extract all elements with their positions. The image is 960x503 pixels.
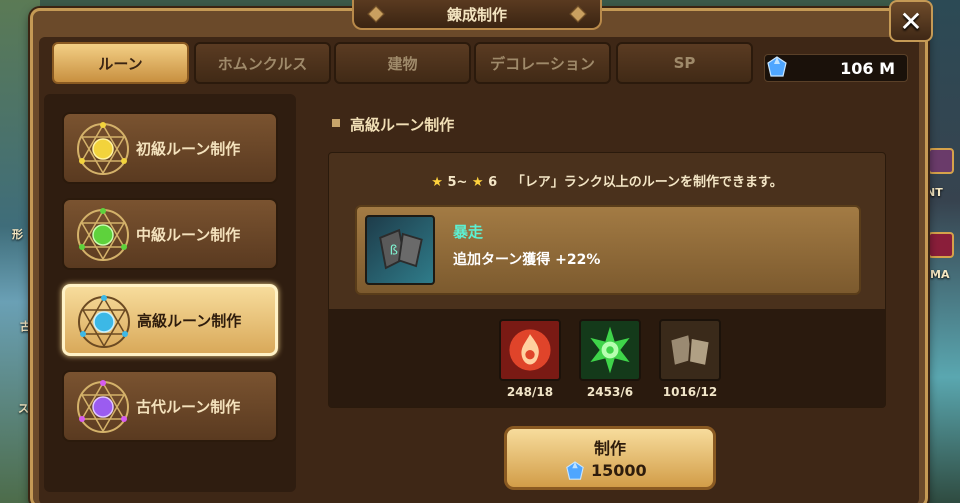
- tab-label: ルーン: [98, 54, 143, 73]
- sidebar-item-intermediate-rune[interactable]: 中級ルーン制作: [62, 198, 278, 270]
- sidebar-item-label: 初級ルーン制作: [136, 139, 241, 158]
- magic-circle-icon: [78, 295, 130, 348]
- sidebar-item-ancient-rune[interactable]: 古代ルーン制作: [62, 370, 278, 442]
- close-button[interactable]: ✕: [889, 0, 933, 42]
- rune-card[interactable]: ß 暴走 追加ターン獲得 +22%: [355, 205, 861, 295]
- tab-sp[interactable]: SP: [616, 42, 753, 84]
- sidebar-item-advanced-rune[interactable]: 高級ルーン制作: [62, 284, 278, 356]
- crystal-amount: 106 M: [840, 58, 895, 78]
- star-icon: ★: [431, 175, 443, 190]
- modal-title-plate: 錬成制作: [352, 0, 602, 30]
- tab-building[interactable]: 建物: [334, 42, 471, 84]
- material-count: 248/18: [506, 385, 554, 399]
- rune-effect: 追加ターン獲得 +22%: [453, 252, 601, 268]
- background-badge: [928, 148, 954, 174]
- title-ornament-icon: [367, 5, 385, 23]
- crystal-icon: [566, 461, 584, 480]
- violent-rune-icon: ß: [365, 215, 435, 285]
- tab-rune[interactable]: ルーン: [52, 42, 189, 84]
- materials-strip: 248/18 2453/6 1016/12: [329, 309, 885, 407]
- tab-label: ホムンクルス: [217, 54, 308, 73]
- background-label: ス: [18, 402, 29, 415]
- background-label: MA: [930, 268, 950, 281]
- tab-label: SP: [673, 54, 696, 72]
- craft-content: 高級ルーン制作 ★ 5~ ★ 6 「レア」ランク以上のルーンを制作できます。 ß…: [306, 94, 914, 492]
- rune-name: 暴走: [453, 223, 484, 241]
- magic-circle-icon: [77, 380, 129, 433]
- fire-essence-icon[interactable]: [499, 319, 561, 381]
- tab-label: デコレーション: [490, 54, 595, 73]
- craft-button-label: 制作: [593, 439, 626, 458]
- background-badge: [928, 232, 954, 258]
- close-icon: ✕: [899, 4, 923, 38]
- wind-essence-icon[interactable]: [579, 319, 641, 381]
- sidebar-item-label: 高級ルーン制作: [137, 311, 242, 330]
- modal-title: 錬成制作: [446, 5, 507, 24]
- sidebar-item-basic-rune[interactable]: 初級ルーン制作: [62, 112, 278, 184]
- rune-tier-sidebar: 初級ルーン制作 中級ルーン制作 高級ルーン制作 古代ルーン制作: [44, 94, 296, 492]
- craft-cost: 15000: [591, 461, 647, 480]
- svg-text:ß: ß: [390, 244, 398, 259]
- description-text: 「レア」ランク以上のルーンを制作できます。: [511, 175, 783, 190]
- tab-label: 建物: [387, 54, 418, 73]
- section-title: 高級ルーン制作: [350, 116, 455, 134]
- background-label: NT: [926, 186, 943, 199]
- sidebar-item-label: 古代ルーン制作: [136, 397, 241, 416]
- background-label: 形: [12, 228, 23, 241]
- section-bullet-icon: [332, 119, 340, 127]
- game-scene: 形 古 ス NT MA 錬成制作 ✕ ルーン ホムンクルス 建物 デコレーション…: [0, 0, 960, 503]
- crystal-icon: [767, 56, 787, 77]
- tab-homunculus[interactable]: ホムンクルス: [194, 42, 331, 84]
- star-max: 6: [488, 175, 498, 190]
- rune-piece-icon[interactable]: [659, 319, 721, 381]
- title-ornament-icon: [569, 5, 587, 23]
- material-count: 2453/6: [586, 385, 634, 399]
- magic-circle-icon: [77, 122, 129, 175]
- rune-description: ★ 5~ ★ 6 「レア」ランク以上のルーンを制作できます。: [329, 171, 885, 190]
- star-icon: ★: [471, 175, 484, 190]
- sidebar-item-label: 中級ルーン制作: [136, 225, 241, 244]
- material-count: 1016/12: [662, 385, 718, 399]
- rune-info-panel: ★ 5~ ★ 6 「レア」ランク以上のルーンを制作できます。 ß 暴走 追加ター…: [328, 152, 886, 408]
- tab-decoration[interactable]: デコレーション: [474, 42, 611, 84]
- star-min: 5~: [447, 175, 468, 190]
- magic-circle-icon: [77, 208, 129, 261]
- craft-button[interactable]: 制作 15000: [504, 426, 716, 490]
